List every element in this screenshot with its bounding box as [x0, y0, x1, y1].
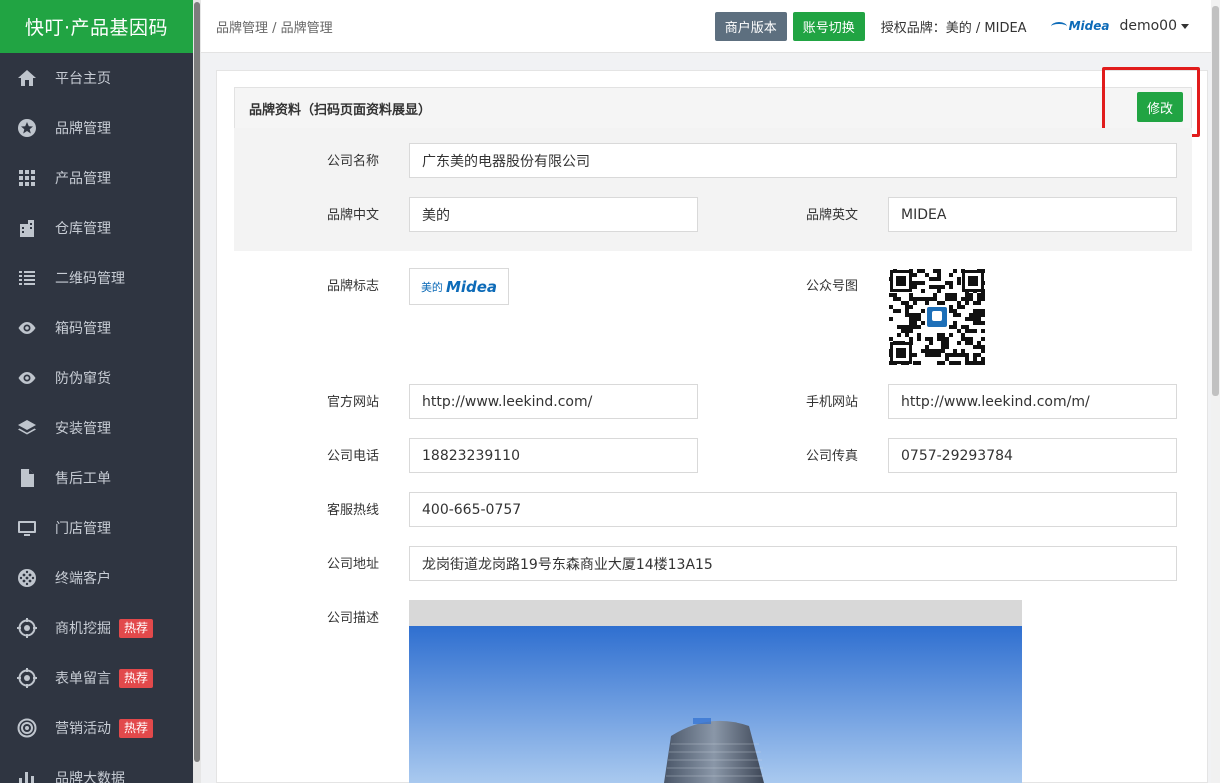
brand-logo-image[interactable]: 美的 Midea	[409, 268, 509, 305]
sidebar-item[interactable]: 仓库管理	[0, 203, 193, 253]
sidebar-item-label: 营销活动	[55, 721, 111, 737]
bar-chart-icon	[17, 768, 37, 783]
topbar-actions: 商户版本 账号切换 授权品牌：美的 / MIDEA Midea demo00	[714, 11, 1189, 41]
description-label: 公司描述	[326, 611, 379, 626]
caret-down-icon	[1181, 23, 1189, 29]
hot-badge: 热荐	[119, 618, 154, 638]
sidebar-item[interactable]: 售后工单	[0, 453, 193, 503]
logo-wave-icon	[1050, 21, 1067, 31]
sidebar-item[interactable]: 表单留言 热荐	[0, 653, 193, 703]
sidebar-item[interactable]: 终端客户	[0, 553, 193, 603]
sidebar-item-label: 平台主页	[55, 71, 111, 87]
hot-badge: 热荐	[119, 718, 154, 738]
brand-en-label: 品牌英文	[805, 208, 858, 223]
company-name-field[interactable]: 广东美的电器股份有限公司	[409, 143, 1177, 178]
wechat-qr-code-image[interactable]	[888, 268, 986, 366]
hot-badge: 热荐	[119, 668, 154, 688]
hotline-label: 客服热线	[326, 503, 379, 518]
brand-logo-label: 品牌标志	[326, 279, 379, 294]
sidebar-item-label: 箱码管理	[55, 321, 111, 337]
sidebar-item-label: 商机挖掘	[55, 621, 111, 637]
sidebar-item-label: 防伪窜货	[55, 371, 111, 387]
sidebar-nav: 平台主页品牌管理产品管理仓库管理二维码管理箱码管理防伪窜货安装管理售后工单门店管…	[0, 53, 193, 783]
sidebar-item-label: 门店管理	[55, 521, 111, 537]
sidebar-item[interactable]: 品牌管理	[0, 103, 193, 153]
topbar: 品牌管理 / 品牌管理 商户版本 账号切换 授权品牌：美的 / MIDEA Mi…	[201, 0, 1211, 53]
phone-field[interactable]: 18823239110	[409, 438, 698, 473]
sidebar-item-label: 终端客户	[55, 571, 111, 587]
layers-icon	[17, 418, 37, 438]
brand-logo-cn: 美的	[420, 280, 443, 294]
home-icon	[17, 68, 37, 88]
sidebar-item[interactable]: 营销活动 热荐	[0, 703, 193, 753]
sidebar-item-label: 仓库管理	[55, 221, 111, 237]
company-name-label: 公司名称	[326, 154, 379, 169]
website-field[interactable]: http://www.leekind.com/	[409, 384, 698, 419]
sidebar-item[interactable]: 平台主页	[0, 53, 193, 103]
target-icon	[17, 618, 37, 638]
sidebar-item-label: 安装管理	[55, 421, 111, 437]
target-icon	[17, 668, 37, 688]
fax-label: 公司传真	[805, 449, 858, 464]
brand-en-field[interactable]: MIDEA	[888, 197, 1177, 232]
sidebar-item[interactable]: 安装管理	[0, 403, 193, 453]
sidebar-item[interactable]: 商机挖掘 热荐	[0, 603, 193, 653]
brand-cn-field[interactable]: 美的	[409, 197, 698, 232]
sidebar-item[interactable]: 二维码管理	[0, 253, 193, 303]
sidebar-item-label: 产品管理	[55, 171, 111, 187]
app-title: 快叮·产品基因码	[0, 0, 193, 53]
breadcrumb: 品牌管理 / 品牌管理	[216, 20, 333, 36]
wechat-qr-label: 公众号图	[805, 279, 858, 294]
qrcode-list-icon	[17, 268, 37, 288]
globe-icon	[17, 568, 37, 588]
hotline-field[interactable]: 400-665-0757	[409, 492, 1177, 527]
sidebar-item[interactable]: 防伪窜货	[0, 353, 193, 403]
brand-logo-small: Midea	[1050, 19, 1110, 33]
sidebar-item[interactable]: 门店管理	[0, 503, 193, 553]
mobile-site-label: 手机网站	[805, 395, 858, 410]
highlight-box	[1102, 67, 1200, 137]
mobile-site-field[interactable]: http://www.leekind.com/m/	[888, 384, 1177, 419]
address-label: 公司地址	[326, 557, 379, 572]
file-icon	[17, 468, 37, 488]
building-icon	[17, 218, 37, 238]
page-scrollbar-thumb[interactable]	[1212, 6, 1219, 396]
eye-icon	[17, 368, 37, 388]
star-icon	[17, 118, 37, 138]
fax-field[interactable]: 0757-29293784	[888, 438, 1177, 473]
card-title: 品牌资料（扫码页面资料展显）	[234, 87, 1192, 129]
brand-logo-small-text: Midea	[1068, 19, 1110, 33]
user-menu[interactable]: demo00	[1119, 18, 1189, 34]
sidebar-item-label: 售后工单	[55, 471, 111, 487]
broadcast-icon	[17, 718, 37, 738]
sidebar-item-label: 表单留言	[55, 671, 111, 687]
sidebar: 快叮·产品基因码 平台主页品牌管理产品管理仓库管理二维码管理箱码管理防伪窜货安装…	[0, 0, 193, 783]
monitor-icon	[17, 518, 37, 538]
page-scrollbar[interactable]	[1211, 0, 1220, 783]
grid-icon	[17, 168, 37, 188]
sidebar-item-label: 二维码管理	[55, 271, 125, 287]
sidebar-item-label: 品牌管理	[55, 121, 111, 137]
brand-cn-label: 品牌中文	[326, 208, 379, 223]
sidebar-scrollbar[interactable]	[193, 0, 201, 783]
eye-icon	[17, 318, 37, 338]
sidebar-item[interactable]: 产品管理	[0, 153, 193, 203]
website-label: 官方网站	[326, 395, 379, 410]
sidebar-scrollbar-thumb[interactable]	[194, 2, 200, 762]
merchant-version-button[interactable]: 商户版本	[714, 11, 787, 41]
address-field[interactable]: 龙岗街道龙岗路19号东森商业大厦14楼13A15	[409, 546, 1177, 581]
username: demo00	[1119, 18, 1177, 34]
brand-logo-en: Midea	[445, 277, 498, 296]
switch-account-button[interactable]: 账号切换	[792, 11, 865, 41]
sidebar-item[interactable]: 箱码管理	[0, 303, 193, 353]
phone-label: 公司电话	[326, 449, 379, 464]
company-description-image	[409, 600, 1022, 783]
sidebar-item-label: 品牌大数据	[55, 771, 125, 783]
sidebar-item[interactable]: 品牌大数据	[0, 753, 193, 783]
authorized-brand-text: 授权品牌：美的 / MIDEA	[880, 20, 1027, 36]
